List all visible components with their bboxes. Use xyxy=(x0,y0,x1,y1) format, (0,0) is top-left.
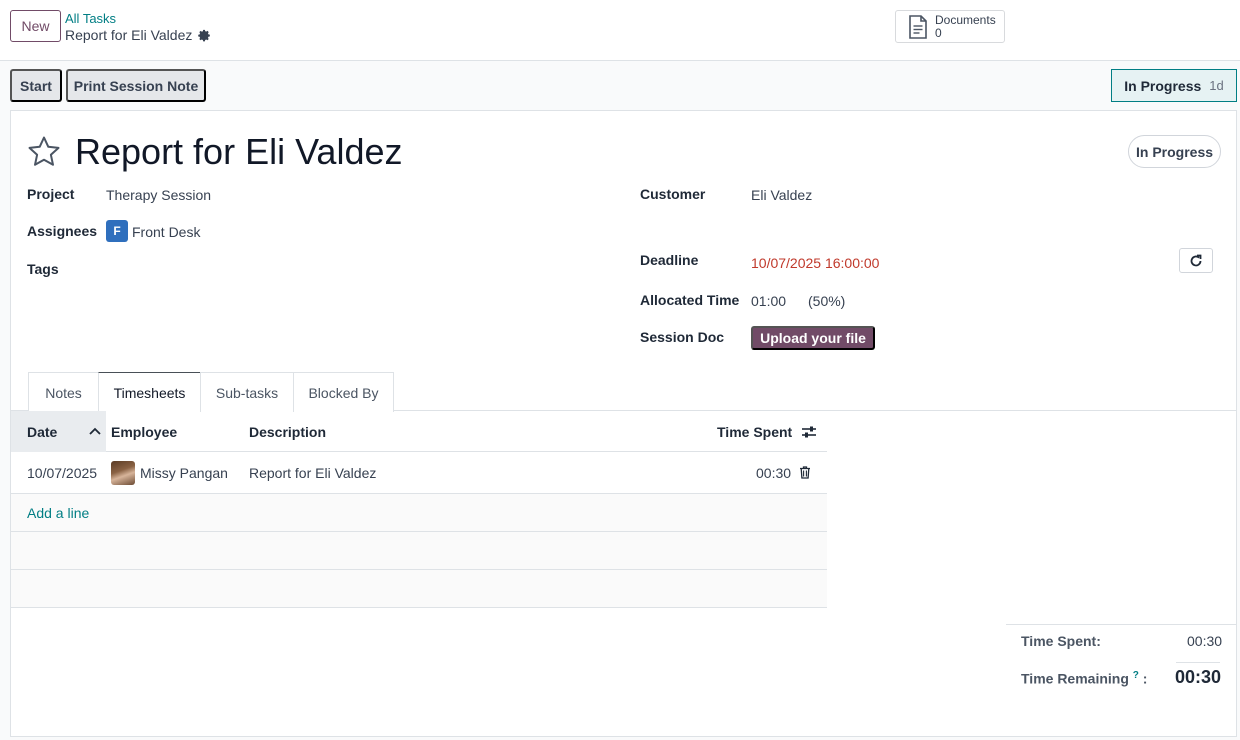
stage-duration: 1d xyxy=(1209,78,1224,93)
help-icon[interactable]: ? xyxy=(1133,670,1139,681)
breadcrumb-current-label: Report for Eli Valdez xyxy=(65,27,193,43)
deadline-label: Deadline xyxy=(640,252,699,268)
project-label: Project xyxy=(27,186,75,202)
allocated-percent: (50%) xyxy=(808,293,846,309)
table-row[interactable]: 10/07/2025 Missy Pangan Report for Eli V… xyxy=(11,452,827,494)
status-bar: Start Print Session Note In Progress 1d xyxy=(0,61,1240,111)
trash-icon[interactable] xyxy=(799,466,811,479)
documents-text: Documents 0 xyxy=(935,12,996,40)
documents-label: Documents xyxy=(935,12,996,27)
time-spent-total-label: Time Spent: xyxy=(1021,633,1101,649)
breadcrumb-current: Report for Eli Valdez xyxy=(65,27,211,43)
time-remaining-value: 00:30 xyxy=(1175,667,1222,687)
tab-timesheets[interactable]: Timesheets xyxy=(98,372,201,412)
row-description[interactable]: Report for Eli Valdez xyxy=(249,452,376,493)
avatar: F xyxy=(106,220,128,242)
chevron-up-icon xyxy=(89,427,101,435)
deadline-field[interactable]: 10/07/2025 16:00:00 xyxy=(751,255,879,271)
row-time-spent[interactable]: 00:30 xyxy=(756,452,791,493)
allocated-time-label: Allocated Time xyxy=(640,292,740,308)
print-session-note-button[interactable]: Print Session Note xyxy=(66,69,206,102)
empty-row xyxy=(11,570,827,608)
new-button[interactable]: New xyxy=(10,10,61,42)
table-header: Date Employee Description Time Spent xyxy=(11,411,827,452)
tags-label: Tags xyxy=(27,261,59,277)
allocated-time-field[interactable]: 01:00 xyxy=(751,293,786,309)
tab-blocked-by[interactable]: Blocked By xyxy=(293,372,394,412)
assignee-field[interactable]: Front Desk xyxy=(132,224,200,240)
optional-columns-icon[interactable] xyxy=(801,425,817,439)
empty-row xyxy=(11,532,827,570)
stage-in-progress[interactable]: In Progress 1d xyxy=(1111,69,1237,102)
document-icon xyxy=(909,14,927,39)
state-pill[interactable]: In Progress xyxy=(1128,135,1221,168)
upload-file-button[interactable]: Upload your file xyxy=(751,326,875,350)
tab-notes[interactable]: Notes xyxy=(28,372,99,412)
star-icon[interactable] xyxy=(27,135,61,169)
assignees-label: Assignees xyxy=(27,223,98,239)
time-spent-total-value: 00:30 xyxy=(1187,633,1223,649)
column-description[interactable]: Description xyxy=(249,411,326,452)
row-employee-name: Missy Pangan xyxy=(140,464,228,481)
notebook-tabs: Notes Timesheets Sub-tasks Blocked By xyxy=(11,372,1236,412)
row-employee[interactable]: Missy Pangan xyxy=(111,452,228,493)
add-line-link[interactable]: Add a line xyxy=(27,494,89,532)
page-title[interactable]: Report for Eli Valdez xyxy=(75,131,402,173)
session-doc-label: Session Doc xyxy=(640,329,725,345)
refresh-button[interactable] xyxy=(1179,248,1213,273)
column-date[interactable]: Date xyxy=(11,411,106,452)
time-remaining-colon: : xyxy=(1142,670,1148,687)
column-employee[interactable]: Employee xyxy=(111,411,177,452)
refresh-icon xyxy=(1190,254,1202,266)
row-date[interactable]: 10/07/2025 xyxy=(27,452,97,493)
avatar xyxy=(111,460,135,485)
totals-divider xyxy=(1176,662,1220,663)
start-button[interactable]: Start xyxy=(10,69,62,102)
stage-label: In Progress xyxy=(1124,77,1202,94)
totals-panel: Time Spent: 00:30 Time Remaining ? : 00:… xyxy=(1006,624,1236,687)
time-remaining-label: Time Remaining ? : xyxy=(1021,670,1147,687)
control-panel: New All Tasks Report for Eli Valdez Docu… xyxy=(0,0,1240,61)
project-field[interactable]: Therapy Session xyxy=(106,187,211,203)
column-date-label: Date xyxy=(27,423,58,440)
column-time-spent[interactable]: Time Spent xyxy=(717,411,792,452)
customer-field[interactable]: Eli Valdez xyxy=(751,187,812,203)
tab-sub-tasks[interactable]: Sub-tasks xyxy=(200,372,294,412)
documents-count: 0 xyxy=(935,25,942,40)
time-remaining-label-text: Time Remaining xyxy=(1021,670,1129,687)
documents-smart-button[interactable]: Documents 0 xyxy=(895,10,1005,43)
add-line-row: Add a line xyxy=(11,494,827,532)
breadcrumb-all-tasks[interactable]: All Tasks xyxy=(65,11,116,26)
form-sheet: Report for Eli Valdez In Progress Projec… xyxy=(10,110,1237,737)
customer-label: Customer xyxy=(640,186,706,202)
gear-icon[interactable] xyxy=(198,29,211,42)
